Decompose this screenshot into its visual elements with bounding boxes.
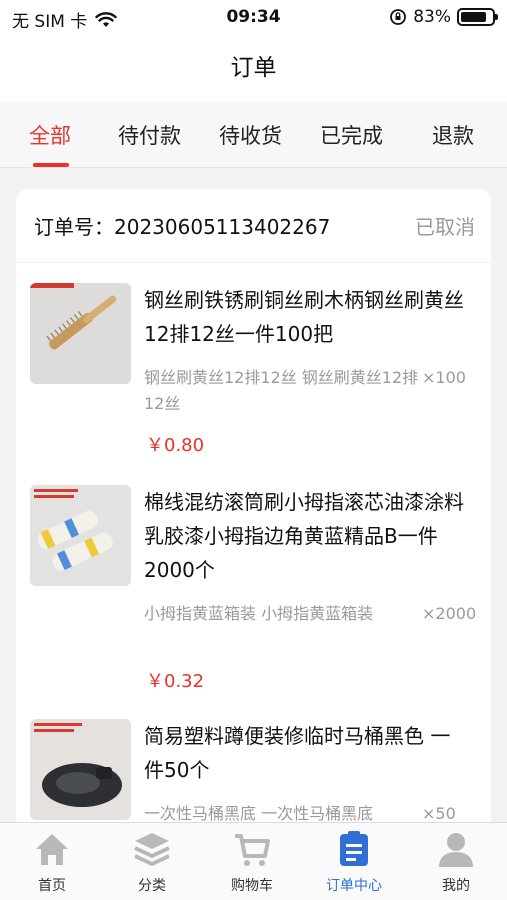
order-number-label: 订单号： (34, 215, 114, 239)
tabbar-category[interactable]: 分类 (107, 829, 197, 895)
home-icon (36, 834, 68, 865)
product-price: ￥0.80 (146, 435, 205, 456)
order-item[interactable]: 钢丝刷铁锈刷铜丝刷木柄钢丝刷黄丝12排12丝一件100把 钢丝刷黄丝12排12丝… (16, 283, 491, 463)
order-number-value: 20230605113402267 (114, 215, 331, 239)
tabbar-category-label: 分类 (138, 878, 166, 894)
tabbar-home-label: 首页 (38, 878, 66, 894)
wire-brush-image (30, 283, 131, 384)
nav-bar: 订单 (0, 36, 507, 102)
order-number: 订单号：20230605113402267 (34, 211, 330, 240)
page-title: 订单 (230, 55, 277, 81)
order-card[interactable]: 订单号：20230605113402267 已取消 钢丝刷铁锈刷铜丝刷木柄钢丝刷… (16, 189, 491, 889)
status-right: 83% (389, 7, 498, 27)
cart-icon (235, 834, 270, 866)
order-tabs: 全部 待付款 待收货 已完成 退款 (0, 102, 507, 168)
layers-icon (134, 833, 170, 866)
product-spec: 钢丝刷黄丝12排12丝 钢丝刷黄丝12排12丝 (144, 368, 419, 413)
tabbar-profile-label: 我的 (442, 878, 470, 894)
product-quantity: ×2000 (422, 604, 477, 623)
tabbar-orders-label: 订单中心 (326, 878, 382, 894)
tabbar-home[interactable]: 首页 (7, 829, 97, 895)
tab-refund[interactable]: 退款 (432, 120, 474, 150)
product-image (30, 719, 131, 820)
battery-icon (457, 8, 498, 26)
product-price: ￥0.32 (146, 671, 205, 692)
tab-all[interactable]: 全部 (29, 120, 71, 150)
product-title: 棉线混纺滚筒刷小拇指滚芯油漆涂料乳胶漆小拇指边角黄蓝精品B一件2000个 (144, 490, 464, 582)
status-bar: 无 SIM 卡 09:34 83% (0, 0, 507, 36)
tab-completed[interactable]: 已完成 (320, 120, 383, 150)
product-quantity: ×100 (422, 368, 466, 387)
tabbar-orders[interactable]: 订单中心 (309, 829, 399, 895)
tab-pending-payment[interactable]: 待付款 (118, 120, 181, 150)
active-tab-indicator (33, 163, 69, 167)
product-spec: 小拇指黄蓝箱装 小拇指黄蓝箱装 (144, 604, 374, 623)
product-image (30, 485, 131, 586)
toilet-pan-image (30, 719, 131, 820)
tabbar-profile[interactable]: 我的 (411, 829, 501, 895)
paint-roller-image (30, 485, 131, 586)
profile-icon (439, 833, 473, 867)
tab-pending-receipt[interactable]: 待收货 (219, 120, 282, 150)
orders-icon (340, 831, 368, 866)
order-item[interactable]: 棉线混纺滚筒刷小拇指滚芯油漆涂料乳胶漆小拇指边角黄蓝精品B一件2000个 小拇指… (16, 485, 491, 705)
order-header: 订单号：20230605113402267 已取消 (16, 189, 491, 263)
tabbar-cart-label: 购物车 (231, 878, 273, 894)
battery-percent: 83% (413, 7, 451, 27)
rotation-lock-icon (390, 9, 407, 25)
battery-level (461, 12, 486, 22)
product-title: 钢丝刷铁锈刷铜丝刷木柄钢丝刷黄丝12排12丝一件100把 (144, 288, 464, 346)
product-image (30, 283, 131, 384)
tabbar-cart[interactable]: 购物车 (207, 829, 297, 895)
order-status-badge: 已取消 (415, 215, 475, 239)
bottom-tab-bar: 首页 分类 购物车 订单中心 我的 (0, 822, 507, 900)
product-title: 简易塑料蹲便装修临时马桶黑色 一件50个 (144, 724, 451, 782)
